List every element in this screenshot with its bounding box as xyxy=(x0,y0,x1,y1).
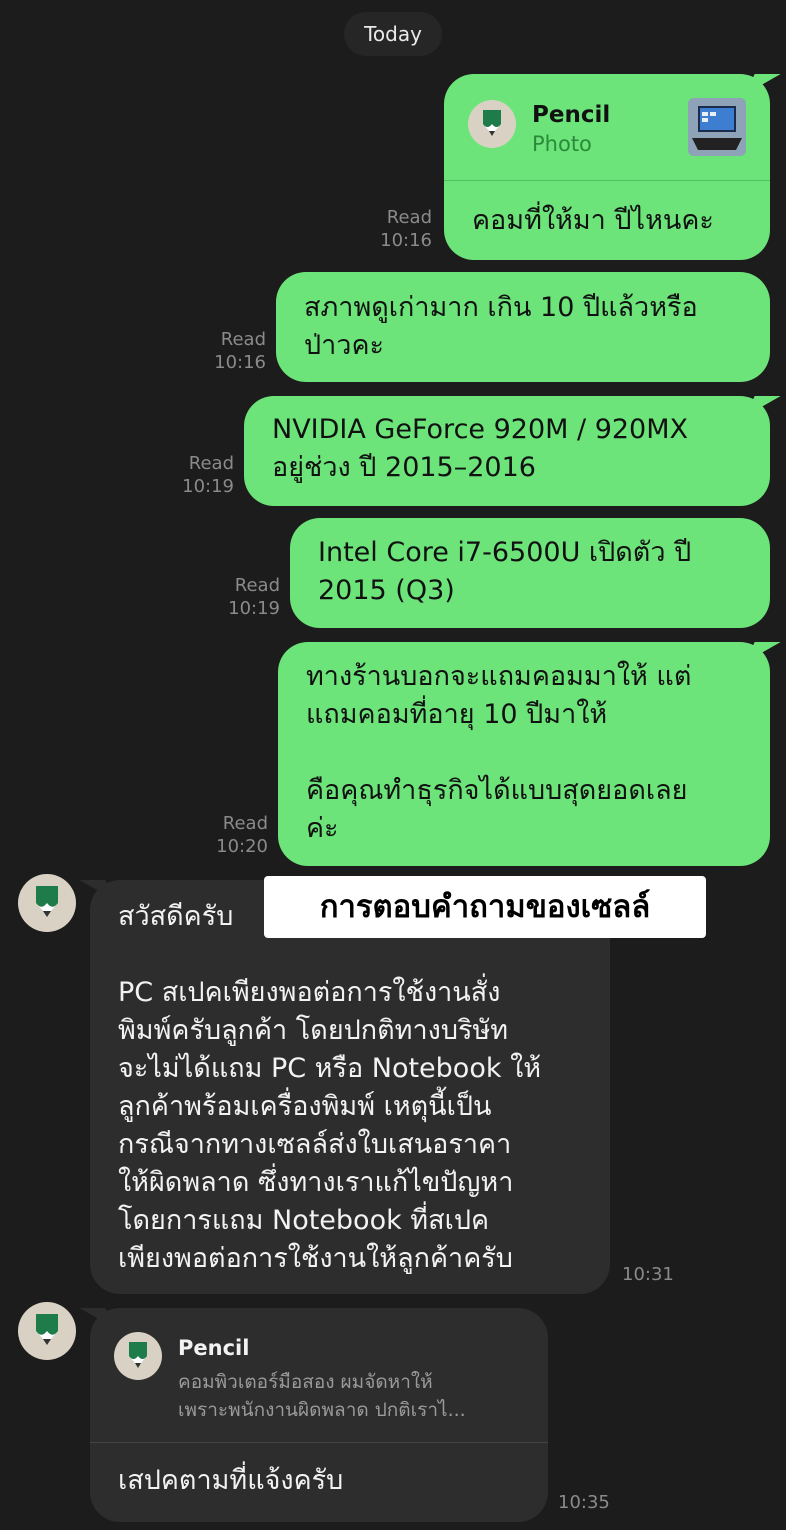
quoted-sender-name: Pencil xyxy=(178,1336,250,1360)
message-text: Intel Core i7-6500U เปิดตัว ปี 2015 (Q3) xyxy=(318,537,692,606)
pencil-logo-icon xyxy=(36,886,58,917)
message-text: NVIDIA GeForce 920M / 920MX อยู่ช่วง ปี … xyxy=(272,414,689,483)
annotation-label: การตอบคำถามของเซลล์ xyxy=(264,876,706,938)
read-status: Read xyxy=(234,575,280,596)
quoted-photo-header[interactable]: Pencil Photo xyxy=(444,74,770,181)
message-time: 10:16 xyxy=(214,352,266,373)
incoming-message-1[interactable]: สวัสดีครับ PC สเปคเพียงพอต่อการใช้งานสั่… xyxy=(90,880,610,1294)
message-text: สภาพดูเก่ามาก เกิน 10 ปีแล้วหรือ ป่าวคะ xyxy=(304,292,698,361)
message-time: 10:35 xyxy=(558,1492,610,1513)
date-separator: Today xyxy=(344,12,442,56)
pencil-logo-icon xyxy=(468,100,516,148)
message-text: สวัสดีครับ PC สเปคเพียงพอต่อการใช้งานสั่… xyxy=(118,901,542,1274)
message-time: 10:19 xyxy=(228,598,280,619)
read-status: Read xyxy=(386,207,432,228)
read-receipt: Read 10:16 xyxy=(366,206,432,252)
read-status: Read xyxy=(222,813,268,834)
quoted-message-header[interactable]: Pencil คอมพิวเตอร์มือสอง ผมจัดหาให้ เพรา… xyxy=(90,1308,548,1443)
quoted-message-text: คอมพิวเตอร์มือสอง ผมจัดหาให้ เพราะพนักงา… xyxy=(178,1371,466,1421)
outgoing-message-3[interactable]: NVIDIA GeForce 920M / 920MX อยู่ช่วง ปี … xyxy=(244,396,770,506)
quoted-sender-name: Pencil xyxy=(532,102,611,128)
message-text: ทางร้านบอกจะแถมคอมมาให้ แต่ แถมคอมที่อาย… xyxy=(306,661,692,844)
incoming-message-2[interactable]: Pencil คอมพิวเตอร์มือสอง ผมจัดหาให้ เพรา… xyxy=(90,1308,548,1522)
message-time: 10:31 xyxy=(622,1264,674,1285)
outgoing-message-2[interactable]: สภาพดูเก่ามาก เกิน 10 ปีแล้วหรือ ป่าวคะ xyxy=(276,272,770,382)
read-receipt: Read 10:19 xyxy=(214,574,280,620)
outgoing-message-1[interactable]: Pencil Photo คอมที่ให้มา ปีไหนคะ xyxy=(444,74,770,260)
sender-avatar[interactable] xyxy=(18,874,76,932)
message-time: 10:19 xyxy=(182,476,234,497)
read-status: Read xyxy=(188,453,234,474)
message-time: 10:16 xyxy=(380,230,432,251)
message-text: เสปคตามที่แจ้งครับ xyxy=(118,1465,344,1496)
outgoing-message-4[interactable]: Intel Core i7-6500U เปิดตัว ปี 2015 (Q3) xyxy=(290,518,770,628)
read-receipt: Read 10:16 xyxy=(200,328,266,374)
message-text: คอมที่ให้มา ปีไหนคะ xyxy=(472,205,714,236)
quoted-type-label: Photo xyxy=(532,132,592,156)
sender-avatar[interactable] xyxy=(18,1302,76,1360)
read-status: Read xyxy=(220,329,266,350)
read-receipt: Read 10:19 xyxy=(168,452,234,498)
outgoing-message-5[interactable]: ทางร้านบอกจะแถมคอมมาให้ แต่ แถมคอมที่อาย… xyxy=(278,642,770,866)
pencil-logo-icon xyxy=(36,1314,58,1345)
photo-thumbnail-icon[interactable] xyxy=(688,98,746,156)
read-receipt: Read 10:20 xyxy=(200,812,268,858)
pencil-logo-icon xyxy=(114,1332,162,1380)
message-time: 10:20 xyxy=(216,836,268,857)
